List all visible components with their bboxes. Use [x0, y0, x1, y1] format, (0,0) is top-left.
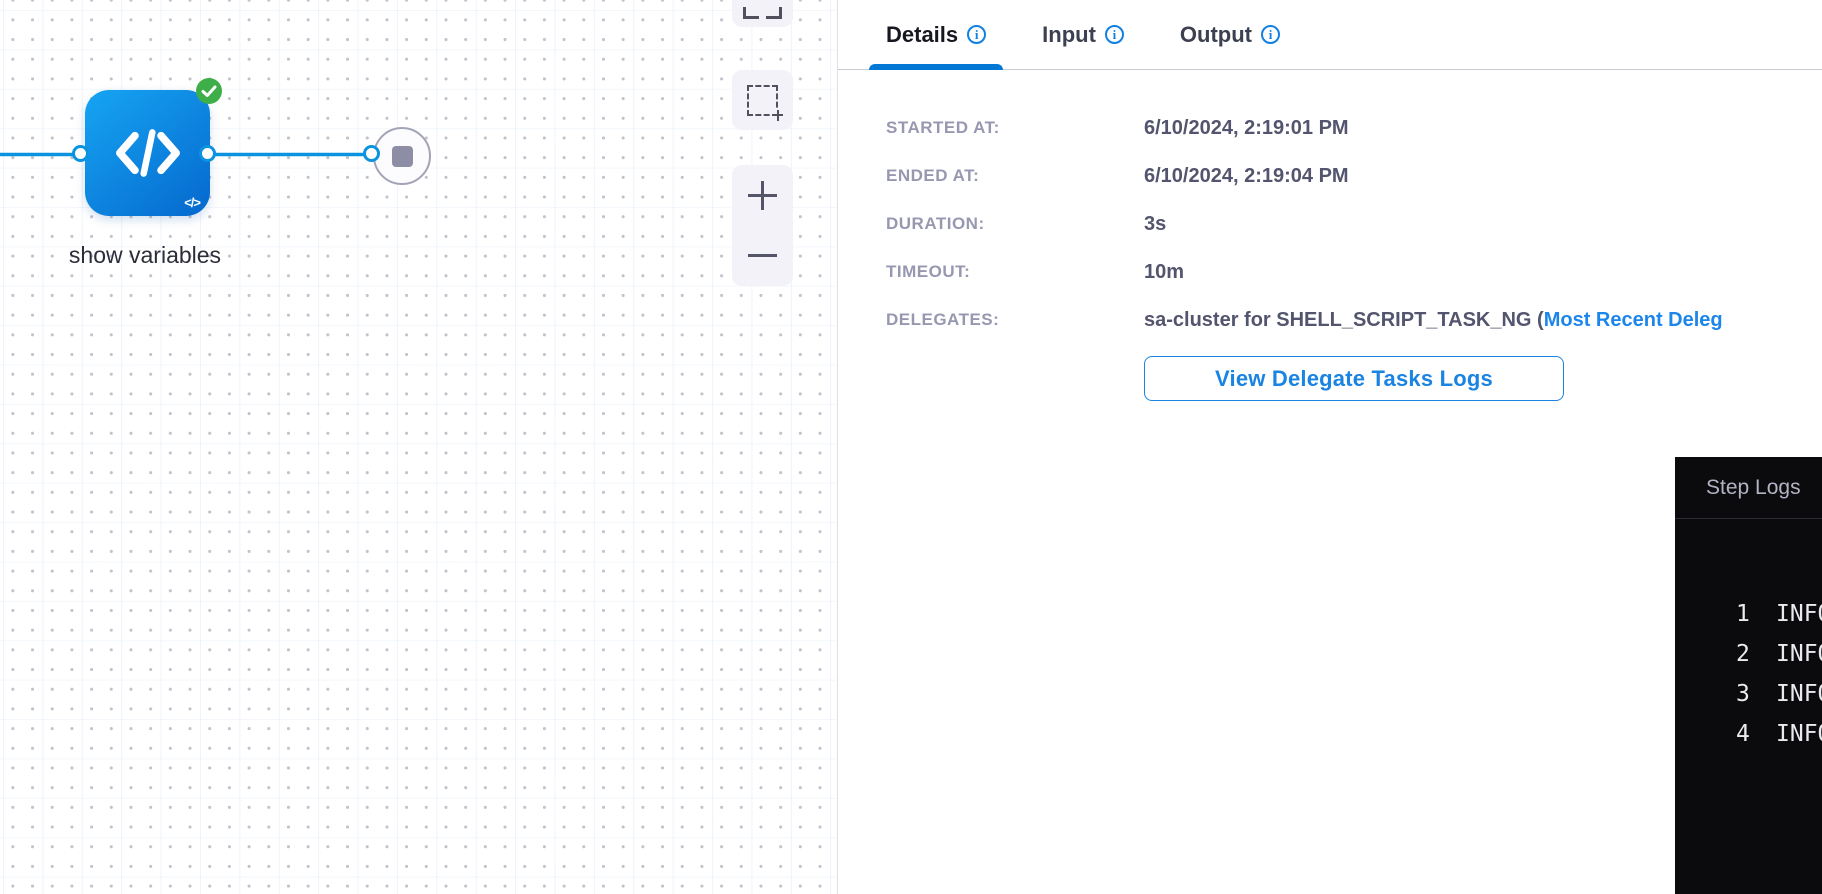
log-line-wrapped: 09f797b98e874a91b","Iops":3000: [1736, 794, 1822, 834]
log-line-number: 3: [1736, 674, 1776, 714]
delegate-name-text: sa-cluster for SHELL_SCRIPT_TASK_NG (: [1144, 309, 1544, 331]
step-node-label: show variables: [40, 242, 250, 269]
detail-label: DELEGATES:: [886, 310, 1144, 330]
node-in-port: [72, 145, 89, 162]
info-icon[interactable]: i: [967, 25, 986, 44]
step-logs-section: Step Logs 1INFO6/10/2024, 2:19:02 PMExec…: [1675, 457, 1822, 894]
tab-input-label: Input: [1042, 22, 1096, 48]
tab-input[interactable]: Input i: [1025, 0, 1141, 70]
node-out-port: [199, 145, 216, 162]
log-level: INFO: [1776, 594, 1822, 634]
detail-label: DURATION:: [886, 214, 1144, 234]
timeout-value: 10m: [1144, 261, 1184, 284]
most-recent-delegate-link[interactable]: Most Recent Deleg: [1544, 309, 1723, 331]
zoom-controls: [732, 165, 793, 286]
stop-square-icon: [392, 146, 413, 167]
code-icon: [111, 127, 185, 179]
log-line-wrapped: 08T19:05:51.375000+00:00","En: [1736, 754, 1822, 794]
tab-output[interactable]: Output i: [1163, 0, 1297, 70]
pipeline-end-node[interactable]: [373, 127, 431, 185]
tab-details-label: Details: [886, 22, 958, 48]
view-delegate-tasks-logs-button[interactable]: View Delegate Tasks Logs: [1144, 356, 1564, 401]
detail-tabs: Details i Input i Output i: [838, 0, 1822, 70]
pipeline-canvas[interactable]: </> show variables: [0, 0, 837, 894]
log-line-wrapped: 7e1627af5724"},{"Key":"kuberne: [1736, 834, 1822, 874]
zoom-out-button[interactable]: [748, 241, 777, 270]
step-logs-header: Step Logs: [1675, 457, 1822, 519]
log-level: INFO: [1776, 674, 1822, 714]
info-icon[interactable]: i: [1261, 25, 1280, 44]
tab-output-label: Output: [1180, 22, 1252, 48]
started-at-value: 6/10/2024, 2:19:01 PM: [1144, 117, 1349, 140]
log-line: 4INFO6/10/2024, 2:19:02 PM[{"Attachments…: [1736, 714, 1822, 754]
pipeline-execution-view: </> show variables Details i: [0, 0, 1822, 894]
execution-details: STARTED AT: 6/10/2024, 2:19:01 PM ENDED …: [838, 70, 1822, 401]
success-check-icon: [196, 78, 222, 104]
detail-row-started-at: STARTED AT: 6/10/2024, 2:19:01 PM: [886, 104, 1822, 152]
info-icon[interactable]: i: [1105, 25, 1124, 44]
detail-label: TIMEOUT:: [886, 262, 1144, 282]
end-node-in-port: [363, 145, 380, 162]
log-line: 3INFO6/10/2024, 2:19:02 PMus-west-2: [1736, 674, 1822, 714]
fit-to-screen-button[interactable]: [732, 0, 793, 27]
log-console[interactable]: 1INFO6/10/2024, 2:19:02 PMExecuting comm…: [1675, 519, 1822, 894]
fit-to-screen-icon: [743, 7, 782, 19]
delegates-value: sa-cluster for SHELL_SCRIPT_TASK_NG (Mos…: [1144, 309, 1723, 332]
step-logs-title: Step Logs: [1706, 476, 1801, 500]
step-type-code-icon: </>: [184, 195, 200, 210]
log-line: 1INFO6/10/2024, 2:19:02 PMExecuting comm…: [1736, 594, 1822, 634]
log-line-number: 2: [1736, 634, 1776, 674]
tab-details[interactable]: Details i: [869, 0, 1003, 70]
log-line: 2INFO6/10/2024, 2:19:02 PM759984737373: [1736, 634, 1822, 674]
duration-value: 3s: [1144, 213, 1166, 236]
detail-row-timeout: TIMEOUT: 10m: [886, 248, 1822, 296]
detail-row-ended-at: ENDED AT: 6/10/2024, 2:19:04 PM: [886, 152, 1822, 200]
step-node-shell-script[interactable]: </>: [85, 90, 210, 216]
log-line-number: 1: [1736, 594, 1776, 634]
detail-row-duration: DURATION: 3s: [886, 200, 1822, 248]
log-level: INFO: [1776, 634, 1822, 674]
log-line-wrapped: {"Key":"kubernetes.io/created: [1736, 874, 1822, 894]
detail-label: STARTED AT:: [886, 118, 1144, 138]
log-line-number: 4: [1736, 714, 1776, 754]
marquee-select-icon: [747, 85, 778, 116]
ended-at-value: 6/10/2024, 2:19:04 PM: [1144, 165, 1349, 188]
step-details-panel: Details i Input i Output i STARTED AT: 6…: [837, 0, 1822, 894]
marquee-select-button[interactable]: [732, 70, 793, 130]
zoom-in-button[interactable]: [748, 181, 777, 210]
detail-row-delegates: DELEGATES: sa-cluster for SHELL_SCRIPT_T…: [886, 296, 1822, 344]
detail-label: ENDED AT:: [886, 166, 1144, 186]
log-level: INFO: [1776, 714, 1822, 754]
